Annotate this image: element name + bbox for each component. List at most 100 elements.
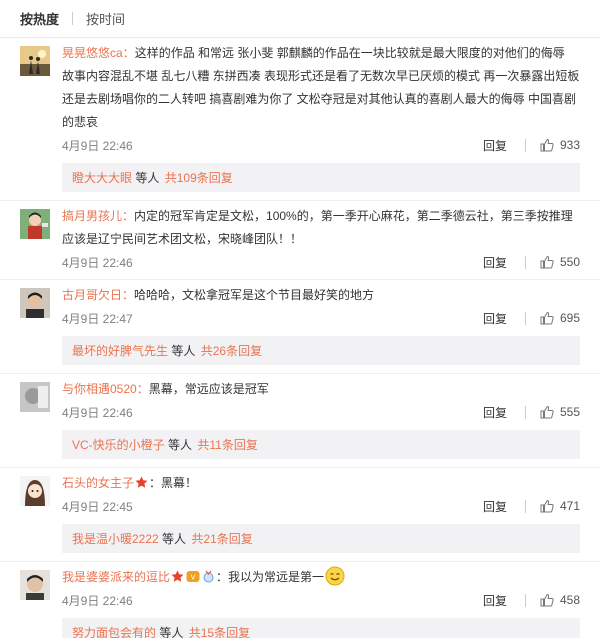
avatar[interactable] — [20, 570, 50, 600]
comment-time: 4月9日 22:45 — [62, 499, 133, 514]
comment-body: 古月哥欠日：哈哈哈，文松拿冠军是这个节目最好笑的地方 — [62, 284, 580, 307]
comment-body: 搞月男孩儿：内定的冠军肯定是文松，100%的，第一季开心麻花，第二季德云社，第三… — [62, 205, 580, 251]
divider — [525, 405, 526, 419]
reply-count-link[interactable]: 共11条回复 — [197, 436, 257, 453]
tab-by-time[interactable]: 按时间 — [86, 9, 125, 28]
comment-body: 晃晃悠悠ca：这样的作品 和常远 张小斐 郭麒麟的作品在一块比较就是最大限度的对… — [62, 42, 580, 134]
comment-time: 4月9日 22:46 — [62, 405, 133, 420]
avatar[interactable] — [20, 209, 50, 239]
comment-username[interactable]: 我是婆婆派来的逗比 — [62, 570, 170, 584]
thumbs-up-icon — [540, 311, 554, 325]
reply-summary: 瞪大大大眼 等人 共109条回复 — [62, 163, 580, 192]
like-count: 550 — [559, 255, 580, 269]
comment-meta: 4月9日 22:45 回复 471 — [62, 495, 580, 517]
comment-time: 4月9日 22:46 — [62, 255, 133, 270]
divider — [525, 255, 526, 269]
thumbs-up-icon — [540, 138, 554, 152]
like-button[interactable]: 458 — [540, 593, 580, 607]
divider — [525, 311, 526, 325]
reply-user-link[interactable]: 最坏的好脾气先生 — [72, 342, 168, 359]
comment-username[interactable]: 古月哥欠日： — [62, 288, 134, 302]
like-button[interactable]: 695 — [540, 311, 580, 325]
comment-text: 内定的冠军肯定是文松，100%的，第一季开心麻花，第二季德云社，第三季按推理应该… — [62, 209, 573, 246]
comment-time: 4月9日 22:47 — [62, 311, 133, 326]
like-button[interactable]: 555 — [540, 405, 580, 419]
divider — [525, 138, 526, 152]
reply-more-text: 等人 — [171, 344, 196, 358]
reply-summary: VC-快乐的小橙子 等人 共11条回复 — [62, 430, 580, 459]
reply-user-link[interactable]: 瞪大大大眼 — [72, 169, 132, 186]
comment-meta: 4月9日 22:46 回复 555 — [62, 401, 580, 423]
comment-username[interactable]: 晃晃悠悠ca： — [62, 46, 135, 60]
smile-emoji-icon — [325, 566, 345, 586]
reply-button[interactable]: 回复 — [483, 498, 525, 515]
reply-count-link[interactable]: 共15条回复 — [189, 624, 250, 638]
like-count: 695 — [559, 311, 580, 325]
like-count: 458 — [559, 593, 580, 607]
comment-text: 黑幕，常远应该是冠军 — [148, 382, 269, 396]
comment-item: 我是婆婆派来的逗比 V ：我以为常远是第一 4月9日 22:46 回复 458 努力… — [0, 562, 600, 638]
comment-text: ：黑幕！ — [149, 476, 198, 490]
avatar[interactable] — [20, 288, 50, 318]
comment-item: 古月哥欠日：哈哈哈，文松拿冠军是这个节目最好笑的地方 4月9日 22:47 回复… — [0, 280, 600, 374]
svg-text:V: V — [191, 574, 196, 582]
comment-item: 石头的女主子 ：黑幕！ 4月9日 22:45 回复 471 我是温小暖2222 等… — [0, 468, 600, 562]
reply-more-text: 等人 — [159, 626, 184, 638]
sort-tabs: 按热度 按时间 — [0, 0, 600, 38]
comment-text: ：我以为常远是第一 — [216, 570, 325, 584]
star-badge-icon — [135, 476, 148, 488]
reply-button[interactable]: 回复 — [483, 592, 525, 609]
comment-body: 与你相遇0520：黑幕，常远应该是冠军 — [62, 378, 580, 401]
reply-more-text: 等人 — [135, 171, 160, 185]
comment-meta: 4月9日 22:46 回复 550 — [62, 251, 580, 273]
comment-body: 石头的女主子 ：黑幕！ — [62, 472, 580, 495]
comment-body: 我是婆婆派来的逗比 V ：我以为常远是第一 — [62, 566, 580, 589]
comment-time: 4月9日 22:46 — [62, 593, 133, 608]
like-count: 471 — [559, 499, 580, 513]
like-button[interactable]: 471 — [540, 499, 580, 513]
avatar[interactable] — [20, 46, 50, 76]
tab-by-hot[interactable]: 按热度 — [20, 9, 59, 28]
star-badge-icon — [171, 570, 184, 582]
comment-item: 晃晃悠悠ca：这样的作品 和常远 张小斐 郭麒麟的作品在一块比较就是最大限度的对… — [0, 38, 600, 201]
vip-badge-icon: V — [186, 571, 200, 582]
reply-summary: 最坏的好脾气先生 等人 共26条回复 — [62, 336, 580, 365]
reply-count-link[interactable]: 共109条回复 — [165, 169, 233, 186]
comment-username[interactable]: 石头的女主子 — [62, 476, 134, 490]
reply-user-link[interactable]: 我是温小暖2222 — [72, 530, 159, 547]
medal-badge-icon — [203, 570, 214, 583]
comment-meta: 4月9日 22:46 回复 458 — [62, 589, 580, 611]
divider — [525, 593, 526, 607]
comment-username[interactable]: 与你相遇0520： — [62, 382, 149, 396]
reply-user-link[interactable]: VC-快乐的小橙子 — [72, 436, 165, 453]
comment-username[interactable]: 搞月男孩儿： — [62, 209, 134, 223]
reply-button[interactable]: 回复 — [483, 310, 525, 327]
thumbs-up-icon — [540, 405, 554, 419]
comment-meta: 4月9日 22:47 回复 695 — [62, 307, 580, 329]
comment-item: 与你相遇0520：黑幕，常远应该是冠军 4月9日 22:46 回复 555 VC… — [0, 374, 600, 468]
thumbs-up-icon — [540, 593, 554, 607]
reply-button[interactable]: 回复 — [483, 404, 525, 421]
avatar[interactable] — [20, 476, 50, 506]
tab-divider — [72, 12, 74, 25]
comment-text: 哈哈哈，文松拿冠军是这个节目最好笑的地方 — [134, 288, 375, 302]
divider — [525, 499, 526, 513]
reply-count-link[interactable]: 共21条回复 — [191, 530, 252, 547]
reply-user-link[interactable]: 努力面包会有的 — [72, 624, 156, 638]
reply-more-text: 等人 — [168, 438, 193, 452]
comment-text: 这样的作品 和常远 张小斐 郭麒麟的作品在一块比较就是最大限度的对他们的侮辱 故… — [62, 46, 580, 129]
reply-summary: 努力面包会有的 等人 共15条回复 — [62, 618, 580, 638]
comment-meta: 4月9日 22:46 回复 933 — [62, 134, 580, 156]
like-button[interactable]: 933 — [540, 138, 580, 152]
like-count: 555 — [559, 405, 580, 419]
like-count: 933 — [559, 138, 580, 152]
reply-button[interactable]: 回复 — [483, 254, 525, 271]
reply-button[interactable]: 回复 — [483, 137, 525, 154]
avatar[interactable] — [20, 382, 50, 412]
reply-count-link[interactable]: 共26条回复 — [201, 342, 262, 359]
thumbs-up-icon — [540, 499, 554, 513]
thumbs-up-icon — [540, 255, 554, 269]
reply-more-text: 等人 — [162, 532, 187, 546]
comment-item: 搞月男孩儿：内定的冠军肯定是文松，100%的，第一季开心麻花，第二季德云社，第三… — [0, 201, 600, 280]
like-button[interactable]: 550 — [540, 255, 580, 269]
